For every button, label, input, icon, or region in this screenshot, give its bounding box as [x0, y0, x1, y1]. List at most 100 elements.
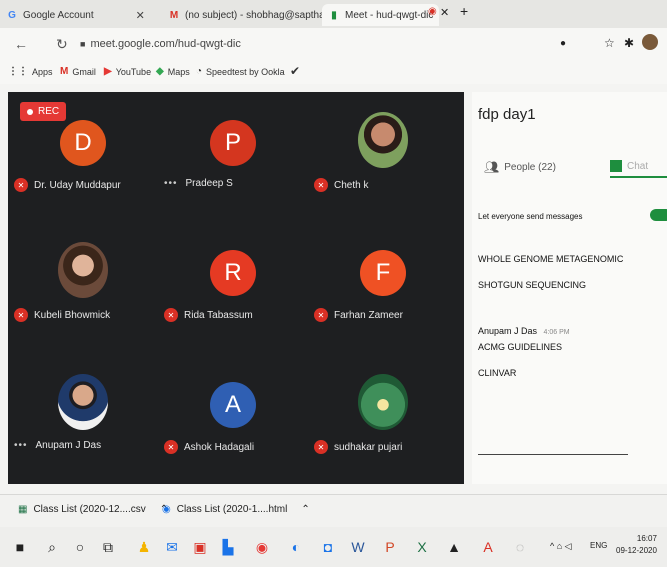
acrobat-icon[interactable]: A	[480, 539, 496, 555]
download-item[interactable]: ◉ Class List (2020-1....html ⌃	[162, 504, 310, 515]
active-tab-indicator	[610, 176, 667, 178]
people-icon: 👥︎	[484, 160, 500, 174]
participant-tile[interactable]: ✕ Kubeli Bhowmick	[8, 222, 158, 352]
url-field[interactable]: ■ meet.google.com/hud-qwgt-dic	[80, 34, 241, 54]
chrome-icon[interactable]: ◉	[254, 539, 270, 555]
close-tab-icon[interactable]: ✕	[440, 6, 449, 19]
participant-tile[interactable]: R ✕ Rida Tabassum	[158, 222, 308, 352]
search-icon[interactable]: ⌕	[44, 539, 60, 555]
excel-icon[interactable]: X	[414, 539, 430, 555]
participant-name-row: ✕ Kubeli Bhowmick	[14, 308, 110, 322]
bookmark-youtube[interactable]: ▶ YouTube	[104, 66, 151, 77]
participant-name: Dr. Uday Muddapur	[34, 179, 121, 191]
tab-chat[interactable]: Chat	[610, 160, 648, 172]
mic-off-icon: ✕	[314, 178, 328, 192]
app-icon[interactable]: ♟	[136, 539, 152, 555]
checkmark-icon[interactable]: ✔	[290, 64, 300, 78]
meet-video-grid: REC D ✕ Dr. Uday Muddapur P ••• Pradeep …	[8, 92, 464, 484]
participant-name-row: ✕ sudhakar pujari	[314, 440, 402, 454]
download-label: Class List (2020-1....html	[176, 504, 288, 515]
participant-photo	[358, 112, 408, 168]
bookmark-label: YouTube	[115, 66, 152, 77]
star-icon[interactable]: ☆	[604, 36, 615, 50]
avatar: R	[210, 250, 256, 296]
new-tab-button[interactable]: +	[460, 3, 468, 19]
app-icon[interactable]: ▣	[192, 539, 208, 555]
csv-file-icon: ▦	[18, 504, 28, 515]
participant-tile[interactable]: ✕ sudhakar pujari	[308, 354, 458, 484]
participant-name: Farhan Zameer	[334, 309, 403, 321]
speaking-indicator-icon: •••	[164, 178, 178, 189]
gmail-icon: M	[169, 9, 179, 21]
download-bar: ▦ Class List (2020-12....csv ⌃ ◉ Class L…	[0, 494, 667, 527]
mic-off-icon: ✕	[164, 440, 178, 454]
participant-photo	[58, 242, 108, 298]
avatar: D	[60, 120, 106, 166]
language-indicator[interactable]: ENG	[590, 541, 607, 550]
send-messages-toggle[interactable]	[650, 209, 667, 221]
tab-gmail[interactable]: M (no subject) - shobhag@saptha ✕	[168, 4, 342, 26]
task-view-icon[interactable]: ⧉	[100, 539, 116, 555]
mic-off-icon: ✕	[164, 308, 178, 322]
participant-tile[interactable]: P ••• Pradeep S	[158, 92, 308, 222]
participant-name: Kubeli Bhowmick	[34, 309, 111, 321]
chat-icon	[610, 160, 622, 172]
chat-message: WHOLE GENOME METAGENOMIC	[478, 254, 624, 264]
chat-message: CLINVAR	[478, 368, 517, 378]
address-bar-row: ← ↻ ■ meet.google.com/hud-qwgt-dic ● ☆ ✱	[0, 28, 667, 62]
participant-tile[interactable]: D ✕ Dr. Uday Muddapur	[8, 92, 158, 222]
participant-name-row: ••• Pradeep S	[164, 178, 233, 189]
participant-tile[interactable]: F ✕ Farhan Zameer	[308, 222, 458, 352]
tab-google-account[interactable]: G Google Account ✕	[6, 4, 145, 26]
participant-name-row: ✕ Cheth k	[314, 178, 368, 192]
download-item[interactable]: ▦ Class List (2020-12....csv ⌃	[18, 504, 168, 515]
extension-icon[interactable]: ✱	[624, 36, 634, 50]
apps-grid-icon: ⋮⋮	[8, 66, 28, 77]
chat-message: SHOTGUN SEQUENCING	[478, 280, 587, 290]
system-tray-icons[interactable]: ^ ⌂ ◁	[550, 541, 572, 552]
word-icon[interactable]: W	[350, 539, 366, 555]
mail-icon[interactable]: ✉	[164, 539, 180, 555]
clock[interactable]: 16:07 09-12-2020	[616, 533, 657, 557]
chat-tab-label: Chat	[627, 160, 649, 172]
reload-icon[interactable]: ↻	[56, 36, 68, 53]
edge-icon[interactable]: ◐	[288, 539, 304, 555]
tab-people[interactable]: 👥︎ People (22)	[484, 160, 556, 174]
speedtest-icon: ◔	[196, 66, 203, 77]
cortana-icon[interactable]: ○	[72, 539, 88, 555]
chat-input-underline[interactable]	[478, 454, 628, 455]
participant-tile[interactable]: ✕ Cheth k	[308, 92, 458, 222]
store-icon[interactable]: ▲	[446, 539, 462, 555]
chat-side-panel: fdp day1 👥︎ People (22) Chat Let everyon…	[472, 92, 667, 484]
chevron-up-icon[interactable]: ⌃	[301, 504, 309, 515]
participant-name-row: ✕ Ashok Hadagali	[164, 440, 254, 454]
bookmark-apps[interactable]: ⋮⋮ Apps	[8, 66, 53, 77]
bookmark-gmail[interactable]: M Gmail	[60, 66, 96, 77]
profile-avatar[interactable]	[642, 34, 658, 50]
participant-name-row: ✕ Rida Tabassum	[164, 308, 253, 322]
app-icon[interactable]: ▙	[220, 539, 236, 555]
clock-time: 16:07	[636, 534, 657, 543]
powerpoint-icon[interactable]: P	[382, 539, 398, 555]
participant-tile[interactable]: A ✕ Ashok Hadagali	[158, 354, 308, 484]
participant-tile[interactable]: ••• Anupam J Das	[8, 354, 158, 484]
lock-icon: ■	[80, 39, 86, 49]
bookmark-maps[interactable]: ◆ Maps	[156, 66, 190, 77]
app-icon[interactable]: ◘	[320, 539, 336, 555]
bookmark-speedtest[interactable]: ◔ Speedtest by Ookla	[196, 66, 285, 77]
tab-meet[interactable]: ▮ Meet - hud-qwgt-dic	[322, 4, 440, 26]
participant-photo	[358, 374, 408, 430]
gmail-icon: M	[60, 66, 69, 77]
bookmark-label: Speedtest by Ookla	[206, 66, 285, 77]
bookmark-label: Gmail	[72, 66, 96, 77]
back-arrow-icon[interactable]: ←	[14, 36, 28, 52]
camera-icon[interactable]: ●	[560, 38, 566, 49]
chat-setting-label: Let everyone send messages	[478, 212, 583, 221]
html-file-icon: ◉	[162, 504, 171, 515]
close-tab-icon[interactable]: ✕	[136, 9, 145, 22]
app-icon[interactable]: ◌	[512, 539, 528, 555]
clock-date: 09-12-2020	[616, 546, 657, 555]
windows-start-icon[interactable]: ■	[12, 539, 28, 555]
mic-off-icon: ✕	[14, 178, 28, 192]
chat-time: 4:06 PM	[543, 329, 570, 336]
